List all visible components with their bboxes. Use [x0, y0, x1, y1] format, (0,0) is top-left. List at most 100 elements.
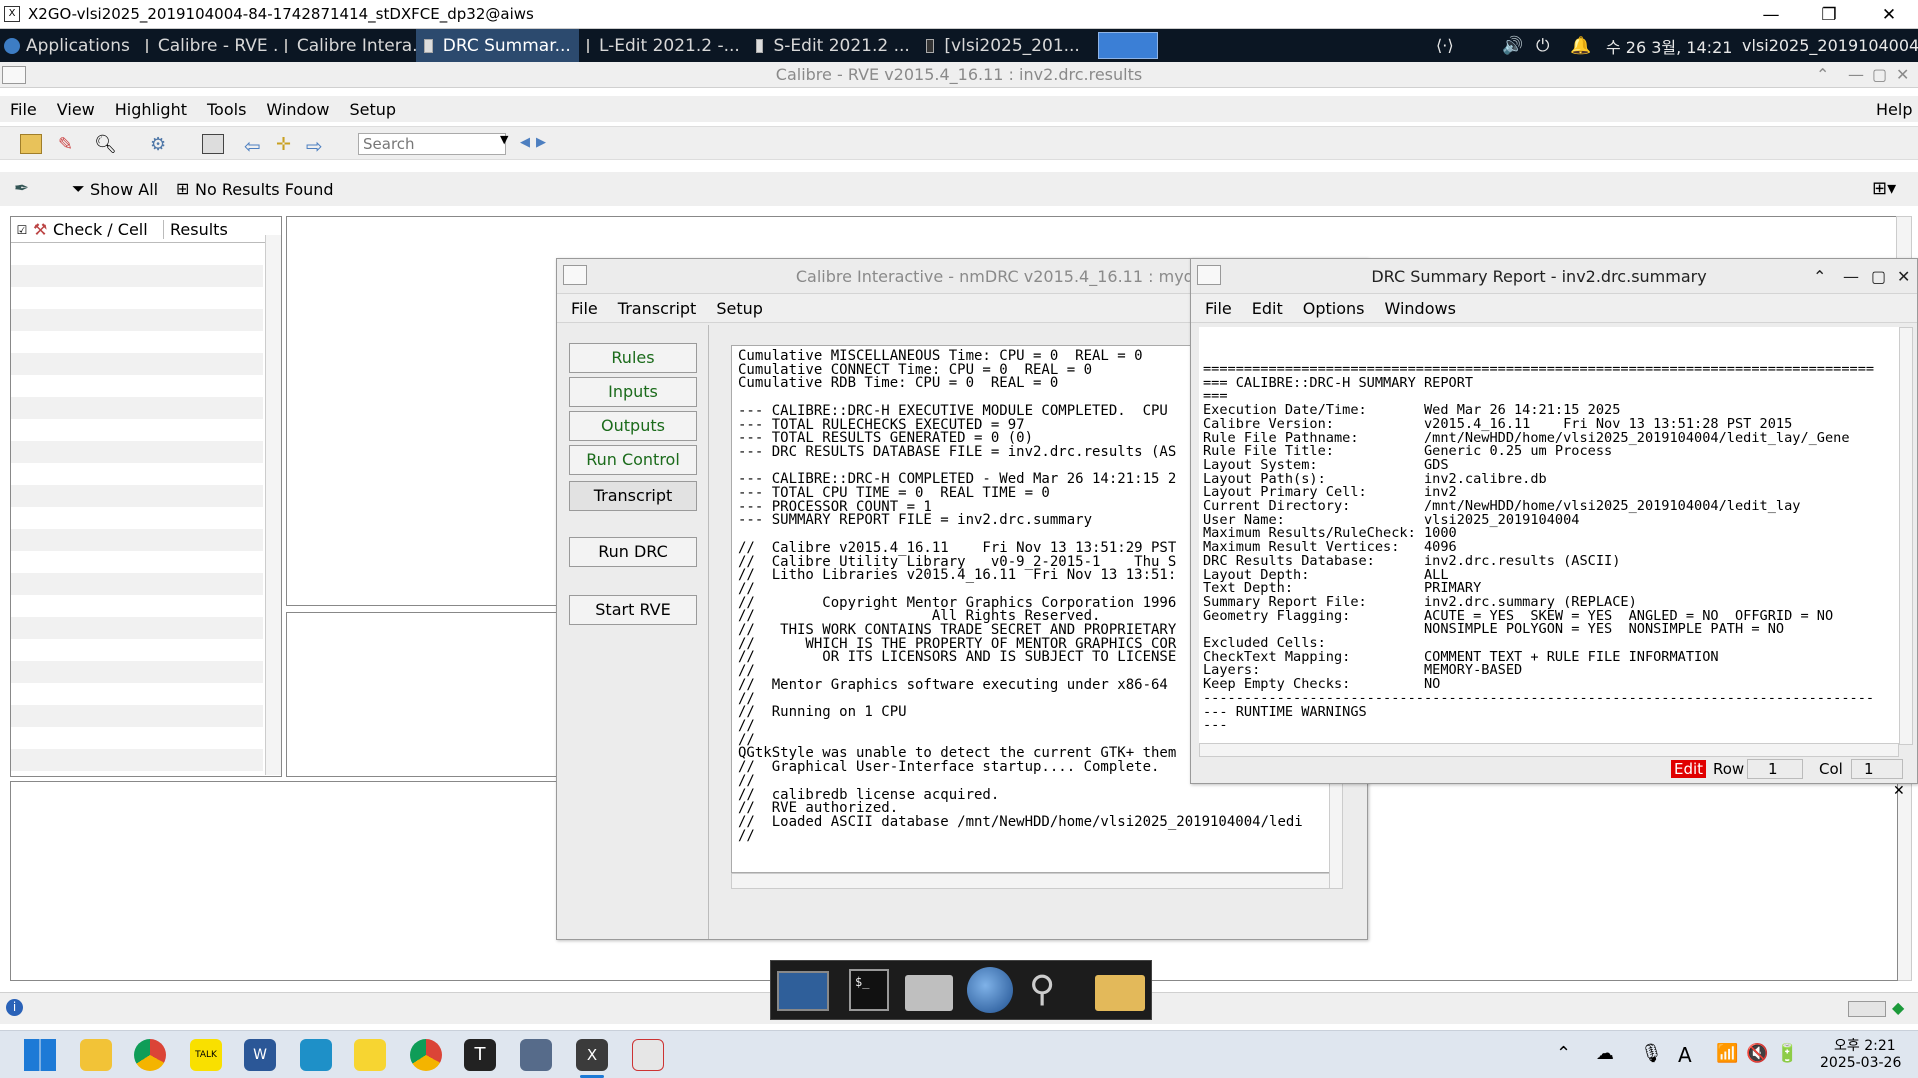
grid-layout-icon[interactable]: ⊞▾ — [1872, 178, 1896, 199]
search-dropdown-icon[interactable]: ▼ — [500, 133, 508, 146]
task-ledit[interactable]: L-Edit 2021.2 -... — [579, 29, 748, 62]
search-input[interactable]: Search — [358, 133, 506, 155]
web-browser-icon[interactable] — [967, 967, 1013, 1013]
drc-menu-options[interactable]: Options — [1303, 299, 1365, 318]
wifi-icon[interactable]: 📶 — [1716, 1043, 1738, 1064]
taskbar-time[interactable]: 오후 2:21 — [1834, 1035, 1896, 1055]
search-next-icon[interactable]: ▶ — [536, 135, 546, 150]
filter-icon[interactable]: ⏷ — [72, 179, 85, 199]
ci-menu-file[interactable]: File — [571, 299, 598, 318]
forward-arrow-icon[interactable]: ⇨ — [306, 134, 328, 158]
menu-highlight[interactable]: Highlight — [115, 100, 187, 119]
report-vscroll[interactable] — [1899, 327, 1913, 745]
show-all-button[interactable]: Show All — [90, 180, 158, 199]
menu-file[interactable]: File — [10, 100, 37, 119]
x2go-app-icon[interactable] — [520, 1039, 552, 1071]
terminal-dock-icon[interactable]: $_ — [849, 969, 889, 1011]
highlight-icon[interactable]: ✎ — [58, 134, 80, 155]
inputs-button[interactable]: Inputs — [569, 377, 697, 407]
task-terminal[interactable]: [vlsi2025_201... — [918, 29, 1088, 62]
files-folder-icon[interactable] — [1095, 975, 1145, 1011]
task-drc-summary[interactable]: DRC Summar... — [415, 29, 579, 62]
chrome-icon[interactable] — [134, 1039, 166, 1071]
typora-icon[interactable]: T — [464, 1039, 496, 1071]
menu-view[interactable]: View — [57, 100, 95, 119]
sticky-notes-icon[interactable] — [354, 1039, 386, 1071]
run-control-button[interactable]: Run Control — [569, 445, 697, 475]
run-drc-button[interactable]: Run DRC — [569, 537, 697, 567]
drc-close-icon[interactable]: ✕ — [1897, 267, 1910, 286]
maximize-button[interactable]: ❐ — [1800, 0, 1858, 29]
settings-icon[interactable]: ⚙ — [150, 134, 172, 155]
mute-icon[interactable]: 🔇 — [1746, 1043, 1768, 1064]
start-rve-button[interactable]: Start RVE — [569, 595, 697, 625]
drc-menu-file[interactable]: File — [1205, 299, 1232, 318]
rve-maximize-icon[interactable]: ▢ — [1872, 62, 1887, 88]
battery-icon[interactable]: 🔋 — [1776, 1043, 1798, 1064]
info-icon[interactable]: i — [6, 999, 23, 1016]
task-rve[interactable]: Calibre - RVE ... — [138, 29, 277, 62]
x2go-active-icon[interactable]: X — [576, 1039, 608, 1071]
tray-chevron-icon[interactable]: ⌃ — [1556, 1043, 1571, 1064]
rve-minimize-icon[interactable]: ⌃ — [1816, 62, 1829, 88]
minimize-button[interactable]: — — [1742, 0, 1800, 29]
close-button[interactable]: ✕ — [1860, 0, 1918, 29]
power-icon[interactable]: ⏻ — [1536, 36, 1549, 56]
back-arrow-icon[interactable]: ⇦ — [244, 134, 266, 158]
menu-tools[interactable]: Tools — [207, 100, 246, 119]
drc-menu-edit[interactable]: Edit — [1252, 299, 1283, 318]
results-filter-icon[interactable]: ⊞ — [176, 179, 189, 198]
panel-clock[interactable]: 수 26 3월, 14:21 — [1606, 34, 1732, 58]
search-dock-icon[interactable]: ⚲ — [1029, 967, 1073, 1013]
menu-setup[interactable]: Setup — [350, 100, 397, 119]
bell-icon[interactable]: 🔔 — [1570, 36, 1591, 56]
details-close-icon[interactable]: ✕ — [1893, 783, 1905, 799]
transcript-hscroll[interactable] — [731, 873, 1341, 889]
menu-window[interactable]: Window — [266, 100, 329, 119]
report-hscroll[interactable] — [1199, 743, 1899, 757]
menu-help[interactable]: Help — [1876, 100, 1912, 119]
start-icon[interactable] — [24, 1039, 56, 1071]
pen-icon[interactable]: ✒ — [14, 178, 29, 199]
center-icon[interactable]: ✛ — [276, 134, 298, 155]
rve-close-icon[interactable]: ✕ — [1896, 62, 1909, 88]
zoom-icon[interactable]: 🔍︎ — [94, 134, 117, 155]
home-folder-icon[interactable] — [905, 975, 953, 1011]
kakaotalk-icon[interactable]: TALK — [190, 1039, 222, 1071]
ci-menu-transcript[interactable]: Transcript — [618, 299, 697, 318]
network-icon[interactable]: ⟨·⟩ — [1436, 36, 1454, 55]
snipping-icon[interactable] — [300, 1039, 332, 1071]
chrome-profile-icon[interactable] — [410, 1039, 442, 1071]
microphone-icon[interactable]: 🎙 — [1640, 1043, 1663, 1064]
word-icon[interactable]: W — [244, 1039, 276, 1071]
layout-icon[interactable] — [202, 134, 224, 154]
volume-icon[interactable]: 🔊 — [1502, 36, 1523, 56]
panel-user[interactable]: vlsi2025_2019104004 — [1742, 36, 1918, 55]
rules-button[interactable]: Rules — [569, 343, 697, 373]
tree-scrollbar[interactable] — [265, 235, 281, 775]
taskbar-date[interactable]: 2025-03-26 — [1820, 1055, 1901, 1071]
col-check-cell[interactable]: Check / Cell — [53, 220, 163, 239]
rve-restore-icon[interactable]: — — [1848, 62, 1864, 88]
search-prev-icon[interactable]: ◀ — [520, 135, 530, 150]
ime-indicator[interactable]: A — [1678, 1043, 1692, 1067]
report-area[interactable]: ========================================… — [1199, 327, 1899, 747]
onedrive-icon[interactable]: ☁ — [1596, 1043, 1614, 1064]
ci-menu-setup[interactable]: Setup — [716, 299, 763, 318]
col-results[interactable]: Results — [163, 220, 243, 239]
applications-menu[interactable]: Applications — [0, 29, 138, 62]
file-explorer-icon[interactable] — [80, 1039, 112, 1071]
drc-maximize-icon[interactable]: ▢ — [1871, 267, 1886, 286]
task-sedit[interactable]: S-Edit 2021.2 ... — [748, 29, 918, 62]
drc-menu-windows[interactable]: Windows — [1385, 299, 1456, 318]
outputs-button[interactable]: Outputs — [569, 411, 697, 441]
open-folder-icon[interactable] — [20, 134, 42, 154]
show-desktop-icon[interactable] — [777, 971, 829, 1011]
tree-check-icon[interactable]: ☑ — [11, 223, 33, 237]
drc-shade-icon[interactable]: ⌃ — [1813, 267, 1826, 286]
transcript-button[interactable]: Transcript — [569, 481, 697, 511]
task-calibre-interactive[interactable]: Calibre Intera... — [277, 29, 416, 62]
drc-minimize-icon[interactable]: — — [1843, 267, 1859, 286]
screen-capture-icon[interactable] — [632, 1039, 664, 1071]
workspace-switcher[interactable] — [1097, 32, 1158, 59]
